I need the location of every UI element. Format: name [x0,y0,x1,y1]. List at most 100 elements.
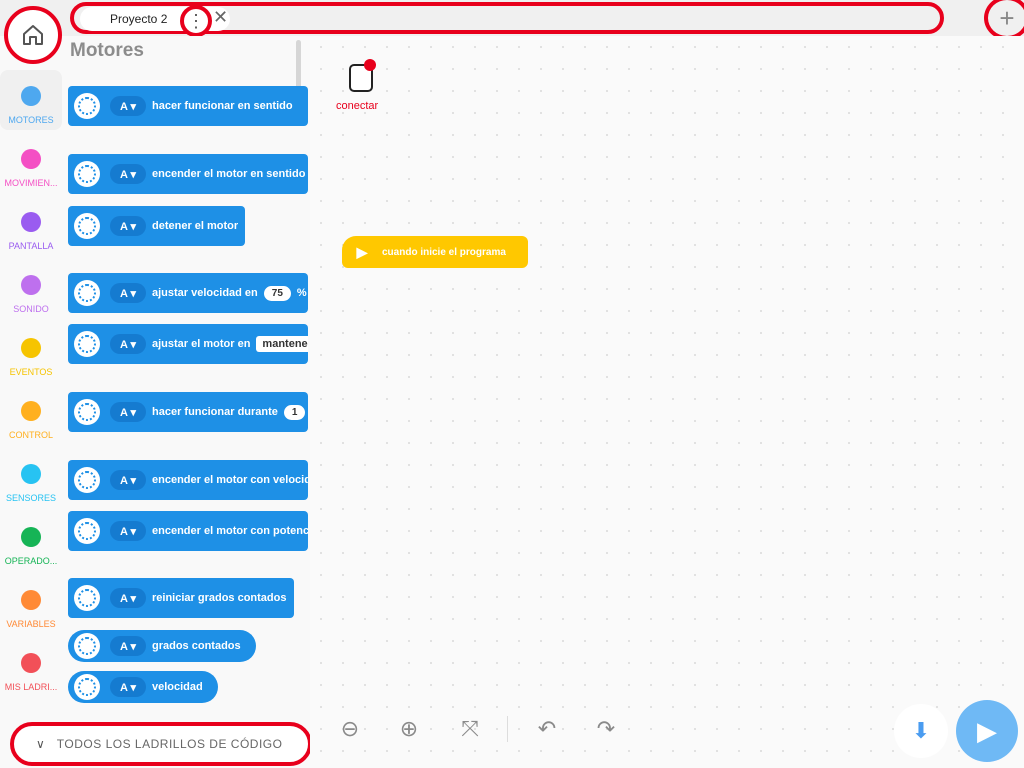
port-dropdown[interactable]: A ▾ [110,470,146,490]
port-dropdown[interactable]: A ▾ [110,164,146,184]
block-text: grados contados [152,640,241,652]
category-label: PANTALLA [8,241,54,251]
category-dot [21,527,41,547]
download-icon: ⬇ [911,718,931,743]
duration-input[interactable]: 1 [283,404,306,420]
motor-icon [74,399,100,425]
category-dot [21,275,41,295]
connect-label[interactable]: conectar [336,100,378,112]
category-dot [21,401,41,421]
project-tab[interactable]: Proyecto 2 ⋮ ✕ [80,5,230,37]
category-motores[interactable]: MOTORES [0,70,62,130]
category-pantalla[interactable]: PANTALLA [0,196,62,256]
mode-dropdown[interactable]: mantene [256,336,308,352]
category-dot [21,149,41,169]
port-dropdown[interactable]: A ▾ [110,283,146,303]
plus-icon: + [999,2,1015,33]
home-button[interactable] [4,6,62,64]
zoom-in-icon: ⊕ [399,716,419,741]
port-dropdown[interactable]: A ▾ [110,96,146,116]
toolbar-divider [507,716,508,742]
category-mis-ladrillos[interactable]: MIS LADRI... [0,637,62,697]
block-text: velocidad [152,681,203,693]
port-dropdown[interactable]: A ▾ [110,216,146,236]
more-vertical-icon: ⋮ [187,11,205,31]
block-start-motor-power[interactable]: A ▾ encender el motor con potenc [68,511,308,551]
block-set-motor-mode[interactable]: A ▾ ajustar el motor en mantene [68,324,308,364]
category-sonido[interactable]: SONIDO [0,259,62,319]
block-text: encender el motor con velocid [152,474,308,486]
block-start-motor-speed[interactable]: A ▾ encender el motor con velocid [68,460,308,500]
percent-label: % [296,287,307,299]
block-run-for[interactable]: A ▾ hacer funcionar durante 1 [68,392,308,432]
undo-button[interactable]: ↶ [532,714,562,744]
project-tab-bar: Proyecto 2 ⋮ ✕ [70,2,944,37]
play-icon: ▶ [356,243,368,260]
category-dot [21,212,41,232]
speed-input[interactable]: 75 [263,285,291,301]
category-sensores[interactable]: SENSORES [0,448,62,508]
motor-icon [74,93,100,119]
all-blocks-label: TODOS LOS LADRILLOS DE CÓDIGO [56,737,283,751]
zoom-out-icon: ⊖ [340,716,360,741]
category-control[interactable]: CONTROL [0,385,62,445]
block-text: hacer funcionar durante [152,406,278,418]
category-eventos[interactable]: EVENTOS [0,322,62,382]
port-dropdown[interactable]: A ▾ [110,402,146,422]
project-tab-label: Proyecto 2 [110,12,168,26]
category-dot [21,338,41,358]
category-variables[interactable]: VARIABLES [0,574,62,634]
block-stop-motor[interactable]: A ▾ detener el motor [68,206,245,246]
redo-icon: ↷ [596,716,616,741]
category-label: MOTORES [8,115,54,125]
block-start-motor-direction[interactable]: A ▾ encender el motor en sentido [68,154,308,194]
category-dot [21,86,41,106]
event-block-label: cuando inicie el programa [382,246,506,258]
block-set-speed[interactable]: A ▾ ajustar velocidad en 75 % [68,273,308,313]
download-button[interactable]: ⬇ [894,704,948,758]
block-text: reiniciar grados contados [152,592,287,604]
block-text: ajustar velocidad en [152,287,258,299]
port-dropdown[interactable]: A ▾ [110,677,146,697]
all-blocks-button[interactable]: ∨ TODOS LOS LADRILLOS DE CÓDIGO [10,722,312,766]
motor-icon [74,518,100,544]
block-text: detener el motor [152,220,239,232]
zoom-in-button[interactable]: ⊕ [394,714,424,744]
home-icon [23,25,43,45]
play-icon: ▶ [977,715,997,746]
zoom-out-button[interactable]: ⊖ [335,714,365,744]
category-operadores[interactable]: OPERADO... [0,511,62,571]
motor-icon [74,213,100,239]
run-button[interactable]: ▶ [956,700,1018,762]
category-sidebar: MOTORES MOVIMIEN... PANTALLA SONIDO EVEN… [0,64,62,704]
category-label: SENSORES [5,493,56,503]
port-dropdown[interactable]: A ▾ [110,636,146,656]
port-dropdown[interactable]: A ▾ [110,521,146,541]
event-block-program-start[interactable]: ▶ cuando inicie el programa [342,236,528,268]
coding-canvas[interactable] [310,36,1024,768]
port-dropdown[interactable]: A ▾ [110,588,146,608]
category-label: MIS LADRI... [4,682,58,692]
category-movimiento[interactable]: MOVIMIEN... [0,133,62,193]
category-dot [21,464,41,484]
category-label: CONTROL [8,430,53,440]
close-tab-icon[interactable]: ✕ [213,7,228,28]
block-text: encender el motor con potenc [152,525,308,537]
block-text: ajustar el motor en [152,338,251,350]
block-speed-reporter[interactable]: A ▾ velocidad [68,671,218,703]
undo-icon: ↶ [537,716,557,741]
block-run-direction[interactable]: A ▾ hacer funcionar en sentido [68,86,308,126]
redo-button[interactable]: ↷ [591,714,621,744]
block-reset-degrees[interactable]: A ▾ reiniciar grados contados [68,578,294,618]
tab-menu-button[interactable]: ⋮ [180,5,212,37]
category-dot [21,590,41,610]
motor-icon [74,280,100,306]
port-dropdown[interactable]: A ▾ [110,334,146,354]
category-label: MOVIMIEN... [4,178,58,188]
block-text: encender el motor en sentido [152,168,306,180]
block-degrees-counted[interactable]: A ▾ grados contados [68,630,256,662]
motor-icon [74,633,100,659]
recenter-icon: ⤧ [461,716,479,741]
recenter-button[interactable]: ⤧ [455,714,485,744]
category-label: SONIDO [13,304,49,314]
